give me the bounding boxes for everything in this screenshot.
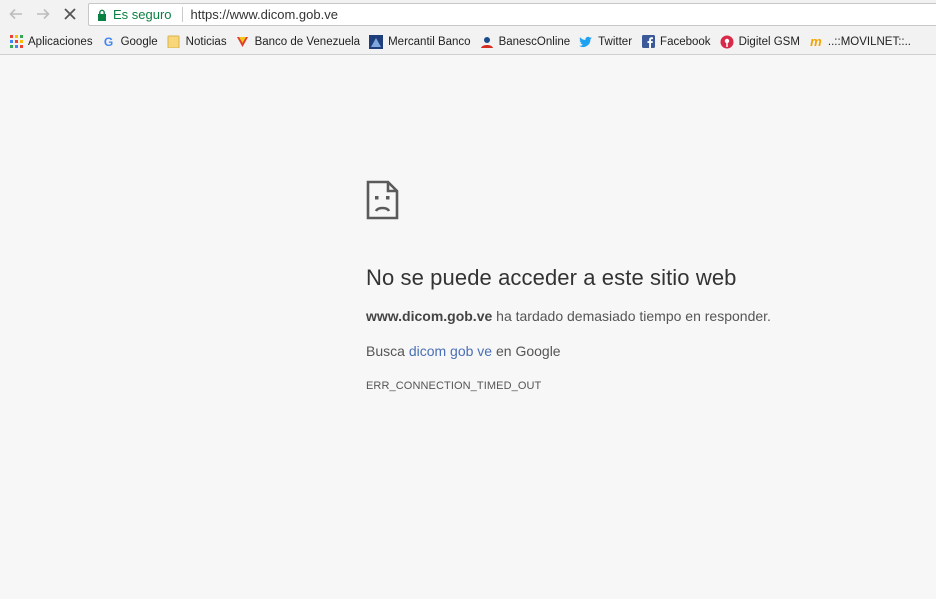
- address-bar[interactable]: Es seguro https://www.dicom.gob.ve: [88, 3, 936, 26]
- bookmark-movilnet[interactable]: m ..::MOVILNET::..: [809, 32, 911, 52]
- bookmark-label: Google: [120, 35, 158, 48]
- bookmarks-bar: Aplicaciones G Google Noticias Banco de …: [0, 29, 936, 55]
- bookmark-twitter[interactable]: Twitter: [579, 32, 632, 52]
- bookmark-label: Digitel GSM: [738, 35, 800, 48]
- search-link[interactable]: dicom gob ve: [409, 343, 492, 359]
- sad-page-icon: [366, 180, 399, 220]
- forward-button[interactable]: [33, 4, 53, 24]
- bookmark-apps[interactable]: Aplicaciones: [9, 32, 93, 52]
- bookmark-google[interactable]: G Google: [102, 32, 158, 52]
- error-title: No se puede acceder a este sitio web: [366, 265, 737, 290]
- forward-arrow-icon: [37, 8, 50, 20]
- bookmark-mercantil[interactable]: Mercantil Banco: [369, 32, 471, 52]
- omnibox-divider: [181, 7, 183, 22]
- back-arrow-icon: [9, 8, 22, 20]
- banesco-icon: [480, 35, 494, 49]
- bookmark-label: Twitter: [598, 35, 633, 48]
- bookmark-label: Facebook: [660, 35, 711, 48]
- close-icon: [64, 8, 76, 20]
- bookmark-label: Banco de Venezuela: [254, 35, 361, 48]
- facebook-icon: [641, 35, 655, 49]
- search-suffix: en Google: [492, 343, 561, 359]
- stop-button[interactable]: [60, 4, 80, 24]
- google-icon: G: [103, 34, 114, 49]
- apps-grid-icon: [9, 35, 23, 49]
- bookmark-facebook[interactable]: Facebook: [641, 32, 711, 52]
- folder-icon: [167, 35, 181, 49]
- bookmark-label: ..::MOVILNET::..: [827, 35, 911, 48]
- bookmark-label: Aplicaciones: [28, 35, 93, 48]
- digitel-icon: [720, 35, 734, 49]
- security-label[interactable]: Es seguro: [113, 7, 172, 22]
- bookmark-banesco[interactable]: BanescOnline: [480, 32, 571, 52]
- error-message: www.dicom.gob.ve ha tardado demasiado ti…: [366, 308, 886, 324]
- browser-toolbar: Es seguro https://www.dicom.gob.ve: [0, 0, 936, 29]
- mercantil-icon: [369, 34, 384, 49]
- search-prefix: Busca: [366, 343, 409, 359]
- movilnet-icon: m: [810, 34, 822, 49]
- bdv-icon: [236, 35, 250, 49]
- bookmark-digitel[interactable]: Digitel GSM: [720, 32, 800, 52]
- error-code: ERR_CONNECTION_TIMED_OUT: [366, 380, 542, 392]
- bookmark-label: Noticias: [185, 35, 227, 48]
- bookmark-label: BanescOnline: [498, 35, 571, 48]
- back-button[interactable]: [6, 4, 26, 24]
- url-text[interactable]: https://www.dicom.gob.ve: [191, 7, 338, 22]
- bookmark-label: Mercantil Banco: [388, 35, 471, 48]
- error-page: No se puede acceder a este sitio web www…: [366, 180, 886, 392]
- lock-icon: [98, 9, 106, 21]
- search-suggestion: Busca dicom gob ve en Google: [366, 343, 886, 359]
- twitter-icon: [579, 35, 593, 49]
- error-message-text: ha tardado demasiado tiempo en responder…: [492, 308, 771, 324]
- bookmark-banco-de-venezuela[interactable]: Banco de Venezuela: [236, 32, 361, 52]
- error-host: www.dicom.gob.ve: [366, 308, 493, 324]
- bookmark-noticias[interactable]: Noticias: [167, 32, 227, 52]
